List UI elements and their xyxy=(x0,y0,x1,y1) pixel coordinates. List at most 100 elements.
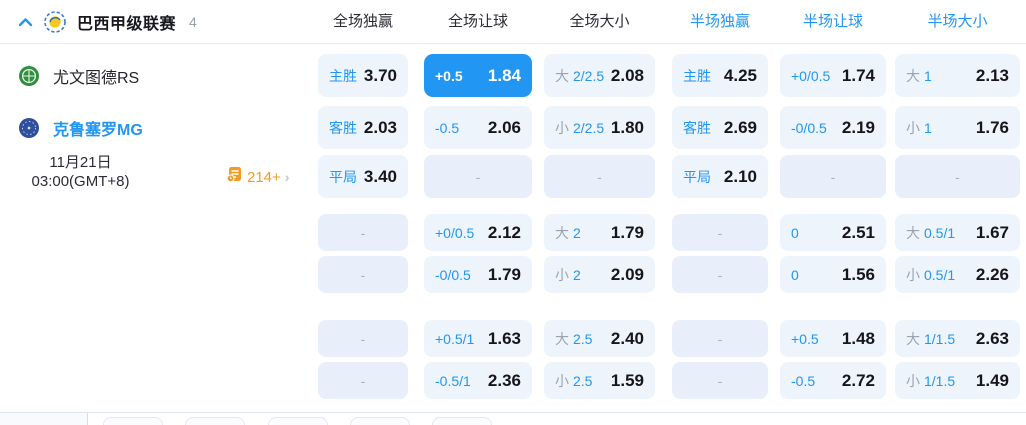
odds-cell[interactable]: +0/0.5 1.74 xyxy=(780,54,886,97)
ou-direction-label: 小 xyxy=(906,372,920,389)
odds-line-label: +0.5 xyxy=(435,67,463,84)
odds-label-group: 小 1/1.5 xyxy=(906,371,955,391)
odds-cell[interactable]: 小 0.5/1 2.26 xyxy=(895,256,1020,293)
odds-cell[interactable]: 平局 3.40 xyxy=(318,155,408,198)
odds-value: 2.69 xyxy=(723,117,757,137)
odds-cell[interactable]: +0/0.5 2.12 xyxy=(424,214,532,251)
odds-label-group: 主胜 xyxy=(683,66,711,86)
odds-line-label: 主胜 xyxy=(683,67,711,84)
odds-value: 2.63 xyxy=(975,328,1009,348)
odds-cell[interactable]: -0.5/1 2.36 xyxy=(424,362,532,399)
odds-cell[interactable]: 0 2.51 xyxy=(780,214,886,251)
bottom-left-panel xyxy=(0,413,88,425)
odds-cell[interactable]: 大 2 1.79 xyxy=(544,214,655,251)
odds-cell[interactable]: 客胜 2.03 xyxy=(318,106,408,149)
ou-direction-label: 小 xyxy=(555,119,569,136)
odds-value: 2.72 xyxy=(841,370,875,390)
odds-label-group: 小 2/2.5 xyxy=(555,118,604,138)
odds-label-group: 大 1/1.5 xyxy=(906,329,955,349)
odds-label-group: +0.5 xyxy=(791,331,819,347)
odds-line-label: 0 xyxy=(791,266,799,283)
odds-cell[interactable]: -0/0.5 1.79 xyxy=(424,256,532,293)
odds-value: 2.36 xyxy=(487,370,521,390)
odds-value: 1.79 xyxy=(487,264,521,284)
league-header: 巴西甲级联赛 4 全场独赢 全场让球 全场大小 半场独赢 半场让球 半场大小 xyxy=(0,0,1026,44)
no-odds-dash: - xyxy=(360,266,366,283)
odds-cell[interactable]: 大 2/2.5 2.08 xyxy=(544,54,655,97)
odds-cell[interactable]: 客胜 2.69 xyxy=(672,106,768,149)
no-odds-dash: - xyxy=(360,330,366,347)
odds-cell[interactable]: 大 0.5/1 1.67 xyxy=(895,214,1020,251)
odds-cell[interactable]: 小 1 1.76 xyxy=(895,106,1020,149)
odds-cell[interactable]: +0.5 1.84 xyxy=(424,54,532,97)
bottom-tab-stub[interactable] xyxy=(103,417,163,425)
odds-line-label: 2.5 xyxy=(573,372,593,389)
odds-line-label: 1 xyxy=(924,119,932,136)
league-name: 巴西甲级联赛 xyxy=(77,16,177,33)
ou-direction-label: 大 xyxy=(906,67,920,84)
odds-label-group: 大2 xyxy=(555,223,581,243)
odds-cell[interactable]: 小 2 2.09 xyxy=(544,256,655,293)
odds-label-group: 客胜 xyxy=(329,118,357,138)
odds-cell[interactable]: 大 2.5 2.40 xyxy=(544,320,655,357)
odds-label-group: 小1 xyxy=(906,118,932,138)
bottom-tab-stub[interactable] xyxy=(350,417,410,425)
odds-label-group: 平局 xyxy=(683,167,711,187)
odds-cell[interactable]: 大 1 2.13 xyxy=(895,54,1020,97)
odds-label-group: +0.5/1 xyxy=(435,331,474,347)
league-header-left: 巴西甲级联赛 4 xyxy=(18,0,197,44)
odds-cell[interactable]: +0.5 1.48 xyxy=(780,320,886,357)
ou-direction-label: 大 xyxy=(555,224,569,241)
odds-line-label: 2.5 xyxy=(573,330,593,347)
odds-value: 1.80 xyxy=(610,117,644,137)
odds-line-label: -0/0.5 xyxy=(791,119,827,136)
odds-cell[interactable]: 主胜 3.70 xyxy=(318,54,408,97)
no-odds-dash: - xyxy=(955,168,960,185)
no-odds-dash: - xyxy=(717,224,723,241)
ou-direction-label: 小 xyxy=(555,372,569,389)
ou-direction-label: 小 xyxy=(906,266,920,283)
odds-line-label: -0.5/1 xyxy=(435,372,471,389)
ou-direction-label: 大 xyxy=(906,224,920,241)
bottom-tab-stub[interactable] xyxy=(185,417,245,425)
odds-label-group: 大 2.5 xyxy=(555,329,592,349)
odds-cell[interactable]: -0.5 2.06 xyxy=(424,106,532,149)
odds-value: 1.79 xyxy=(610,222,644,242)
odds-row: - +0/0.5 2.12 大 2 1.79-0 2.51 大 0.5/1 1.67 xyxy=(0,214,1026,251)
odds-cell-empty: - xyxy=(672,320,768,357)
odds-line-label: 2 xyxy=(573,266,581,283)
odds-cell-empty: - xyxy=(544,155,655,198)
odds-value: 3.40 xyxy=(363,166,397,186)
odds-cell[interactable]: 小 1/1.5 1.49 xyxy=(895,362,1020,399)
odds-row: - -0.5/1 2.36 小 2.5 1.59- -0.5 2.72 小 1/1.5 1.49 xyxy=(0,362,1026,399)
bottom-tab-stub[interactable] xyxy=(268,417,328,425)
odds-value: 2.09 xyxy=(610,264,644,284)
odds-label-group: 0 xyxy=(791,267,799,283)
bottom-tab-stub[interactable] xyxy=(432,417,492,425)
odds-value: 1.49 xyxy=(975,370,1009,390)
odds-cell[interactable]: 小 2/2.5 1.80 xyxy=(544,106,655,149)
odds-cell-empty: - xyxy=(672,256,768,293)
odds-row: - -0/0.5 1.79 小 2 2.09-0 1.56 小 0.5/1 2.26 xyxy=(0,256,1026,293)
odds-cell[interactable]: 小 2.5 1.59 xyxy=(544,362,655,399)
odds-label-group: -0/0.5 xyxy=(435,267,471,283)
odds-cell[interactable]: -0.5 2.72 xyxy=(780,362,886,399)
odds-label-group: -0/0.5 xyxy=(791,120,827,136)
collapse-chevron-up-icon[interactable] xyxy=(18,17,33,27)
odds-cell[interactable]: 大 1/1.5 2.63 xyxy=(895,320,1020,357)
odds-label-group: 小 2.5 xyxy=(555,371,592,391)
odds-value: 3.70 xyxy=(363,65,397,85)
odds-cell[interactable]: 主胜 4.25 xyxy=(672,54,768,97)
odds-value: 2.26 xyxy=(975,264,1009,284)
odds-cell[interactable]: -0/0.5 2.19 xyxy=(780,106,886,149)
odds-cell-empty: - xyxy=(672,362,768,399)
ou-direction-label: 大 xyxy=(555,330,569,347)
odds-value: 1.84 xyxy=(487,65,521,85)
bottom-divider xyxy=(0,412,1026,413)
odds-label-group: 客胜 xyxy=(683,118,711,138)
odds-cell[interactable]: +0.5/1 1.63 xyxy=(424,320,532,357)
odds-cell[interactable]: 0 1.56 xyxy=(780,256,886,293)
league-icon xyxy=(44,11,66,33)
odds-cell[interactable]: 平局 2.10 xyxy=(672,155,768,198)
odds-row: 平局 3.40 - - 平局 2.10 - - xyxy=(0,155,1026,198)
